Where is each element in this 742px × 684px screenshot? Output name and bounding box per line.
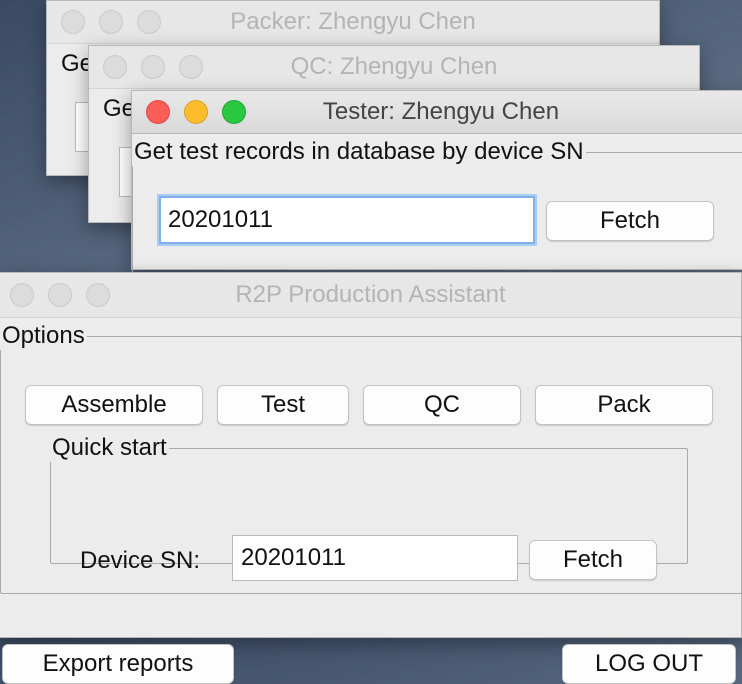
main-titlebar[interactable]: R2P Production Assistant: [0, 273, 741, 318]
tester-group-label: Get test records in database by device S…: [134, 138, 584, 165]
tester-fetch-button[interactable]: Fetch: [546, 201, 714, 241]
tester-window-title: Tester: Zhengyu Chen: [322, 98, 560, 125]
quick-start-label: Quick start: [52, 434, 167, 461]
packer-window-title: Packer: Zhengyu Chen: [230, 8, 476, 35]
packer-titlebar[interactable]: Packer: Zhengyu Chen: [47, 1, 659, 44]
tester-titlebar[interactable]: Tester: Zhengyu Chen: [132, 91, 742, 134]
pack-button[interactable]: Pack: [535, 385, 713, 425]
logout-button[interactable]: LOG OUT: [562, 644, 736, 684]
export-reports-button[interactable]: Export reports: [2, 644, 234, 684]
quick-start-fetch-button[interactable]: Fetch: [529, 540, 657, 580]
assemble-button[interactable]: Assemble: [25, 385, 203, 425]
options-label: Options: [2, 322, 85, 349]
tester-sn-input[interactable]: [159, 196, 535, 244]
main-window-title: R2P Production Assistant: [235, 281, 506, 308]
tester-window: Tester: Zhengyu Chen Get test records in…: [131, 90, 742, 278]
qc-window-title: QC: Zhengyu Chen: [290, 53, 498, 80]
device-sn-label: Device SN:: [80, 547, 201, 574]
main-window: R2P Production Assistant Options Assembl…: [0, 272, 742, 684]
qc-button[interactable]: QC: [363, 385, 521, 425]
qc-titlebar[interactable]: QC: Zhengyu Chen: [89, 46, 699, 89]
device-sn-input[interactable]: [232, 535, 518, 581]
test-button[interactable]: Test: [217, 385, 349, 425]
